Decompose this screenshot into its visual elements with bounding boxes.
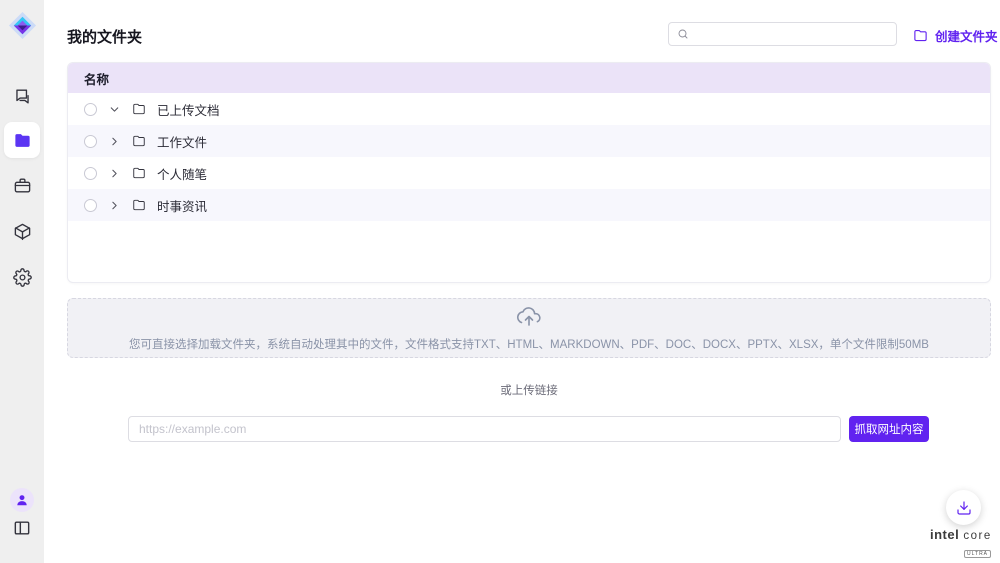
folder-name[interactable]: 个人随笔	[157, 164, 207, 183]
chevron-right-icon[interactable]	[108, 135, 121, 148]
row-checkbox[interactable]	[84, 199, 97, 212]
folder-icon	[132, 134, 146, 148]
gear-icon	[13, 268, 32, 287]
row-checkbox[interactable]	[84, 167, 97, 180]
download-fab-button[interactable]	[946, 490, 981, 525]
person-icon	[15, 493, 29, 507]
folder-name[interactable]: 已上传文档	[157, 100, 220, 119]
folder-table: 名称 已上传文档 工作文件 个人随笔 时事资讯	[67, 62, 991, 283]
search-box[interactable]	[668, 22, 897, 46]
row-checkbox[interactable]	[84, 135, 97, 148]
sidebar	[0, 0, 44, 563]
intel-word: intel	[930, 527, 959, 542]
create-folder-label: 创建文件夹	[935, 26, 998, 45]
chevron-right-icon[interactable]	[108, 199, 121, 212]
download-icon	[956, 500, 972, 516]
folder-icon	[13, 131, 32, 150]
fetch-url-button[interactable]: 抓取网址内容	[849, 416, 929, 442]
sidebar-item-models[interactable]	[4, 213, 40, 249]
sidebar-item-chat[interactable]	[4, 78, 40, 114]
table-row[interactable]: 个人随笔	[68, 157, 990, 189]
search-icon	[677, 28, 689, 40]
cube-icon	[13, 222, 32, 241]
folder-plus-icon	[913, 28, 928, 43]
cloud-upload-icon	[516, 307, 542, 329]
table-row[interactable]: 工作文件	[68, 125, 990, 157]
app-window: 我的文件夹 创建文件夹 名称 已上传文档 工作文件 个人	[0, 0, 1000, 563]
core-word: core	[963, 530, 991, 542]
upload-dropzone[interactable]: 您可直接选择加载文件夹，系统自动处理其中的文件，文件格式支持TXT、HTML、M…	[67, 298, 991, 358]
row-checkbox[interactable]	[84, 103, 97, 116]
intel-ultra-badge: ULTRA	[964, 550, 991, 558]
sidebar-item-settings[interactable]	[4, 259, 40, 295]
create-folder-button[interactable]: 创建文件夹	[913, 26, 998, 45]
chevron-down-icon[interactable]	[108, 103, 121, 116]
sidebar-item-folders[interactable]	[4, 122, 40, 158]
folder-name[interactable]: 时事资讯	[157, 196, 207, 215]
upload-hint-text: 您可直接选择加载文件夹，系统自动处理其中的文件，文件格式支持TXT、HTML、M…	[68, 336, 990, 352]
folder-icon	[132, 102, 146, 116]
sidebar-item-workspace[interactable]	[4, 167, 40, 203]
url-input[interactable]	[128, 416, 841, 442]
folder-icon	[132, 166, 146, 180]
table-row[interactable]: 已上传文档	[68, 93, 990, 125]
chat-icon	[13, 87, 32, 106]
collapse-sidebar-button[interactable]	[12, 518, 32, 538]
intel-core-logo: intel core ULTRA	[930, 527, 992, 560]
search-input[interactable]	[689, 24, 896, 44]
or-upload-link-label: 或上传链接	[67, 382, 991, 398]
briefcase-icon	[13, 176, 32, 195]
app-logo-icon[interactable]	[8, 11, 37, 40]
folder-name[interactable]: 工作文件	[157, 132, 207, 151]
chevron-right-icon[interactable]	[108, 167, 121, 180]
page-title: 我的文件夹	[67, 26, 142, 47]
panel-left-icon	[12, 518, 32, 538]
table-header-name: 名称	[68, 63, 990, 93]
user-avatar[interactable]	[10, 488, 34, 512]
folder-icon	[132, 198, 146, 212]
table-row[interactable]: 时事资讯	[68, 189, 990, 221]
